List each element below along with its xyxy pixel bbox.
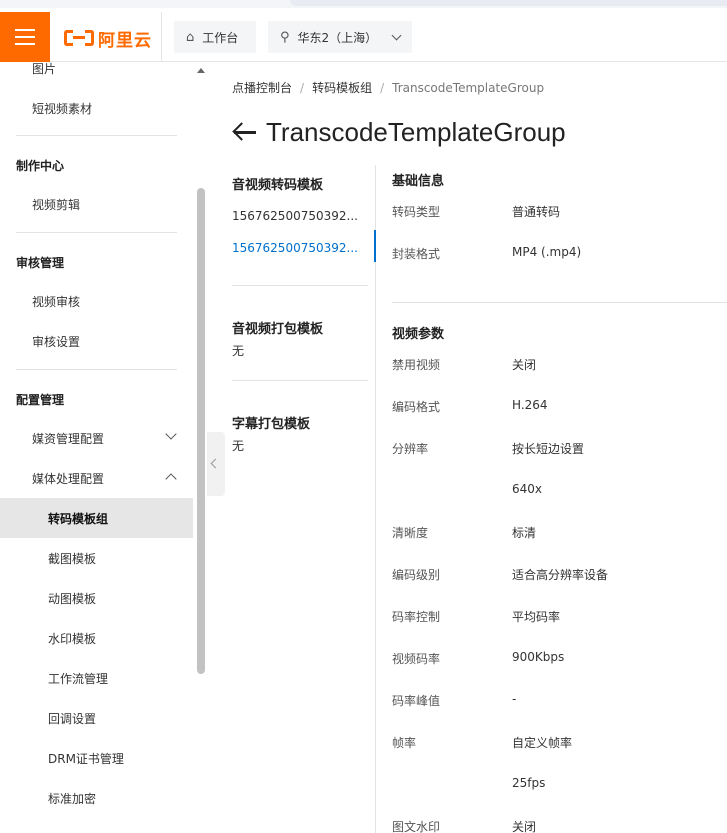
location-pin-icon: ⚲: [280, 29, 290, 45]
av-package-template-value: 无: [232, 344, 245, 358]
sidebar-section-production: 制作中心: [16, 159, 65, 173]
sidebar-item-callback-settings[interactable]: 回调设置: [0, 698, 193, 738]
sidebar-item-standard-encryption[interactable]: 标准加密: [0, 778, 193, 818]
page-title-text: TranscodeTemplateGroup: [266, 116, 566, 147]
hamburger-icon: [15, 29, 35, 45]
param-label: 码率峰值: [392, 694, 441, 708]
sidebar-item-animated-template[interactable]: 动图模板: [0, 578, 193, 618]
param-value: 关闭: [512, 820, 537, 833]
chevron-down-icon: [391, 30, 402, 40]
av-transcode-template-title: 音视频转码模板: [232, 178, 324, 193]
param-value: H.264: [512, 398, 548, 412]
av-package-template-title: 音视频打包模板: [232, 322, 324, 337]
breadcrumb-vod-console[interactable]: 点播控制台: [232, 79, 292, 96]
subtitle-package-template-value: 无: [232, 439, 245, 453]
param-label: 编码格式: [392, 400, 441, 414]
sidebar-item-review-settings[interactable]: 审核设置: [0, 321, 193, 361]
param-label: 清晰度: [392, 526, 429, 540]
hamburger-menu-button[interactable]: [0, 12, 50, 62]
basic-info-title: 基础信息: [392, 174, 445, 189]
breadcrumb-current: TranscodeTemplateGroup: [392, 80, 545, 95]
video-params-title: 视频参数: [392, 327, 445, 342]
workbench-label: 工作台: [202, 30, 239, 45]
param-label: 图文水印: [392, 820, 441, 833]
param-value: 平均码率: [512, 610, 561, 624]
sidebar-item-transcode-template-group[interactable]: 转码模板组: [0, 498, 193, 538]
param-label: 帧率: [392, 736, 417, 750]
info-value: 普通转码: [512, 205, 561, 219]
sidebar-item-images[interactable]: 图片: [0, 62, 193, 88]
region-label: 华东2（上海）: [297, 30, 378, 45]
info-label: 封装格式: [392, 247, 441, 261]
param-label: 禁用视频: [392, 358, 441, 372]
sidebar-item-media-asset-config[interactable]: 媒资管理配置: [0, 418, 193, 458]
home-icon: ⌂: [186, 29, 195, 45]
workbench-button[interactable]: ⌂ 工作台: [174, 21, 256, 53]
param-value: 900Kbps: [512, 650, 565, 664]
breadcrumb-transcode-group[interactable]: 转码模板组: [312, 79, 372, 96]
aliyun-logo-icon: [64, 28, 94, 48]
subtitle-package-template-title: 字幕打包模板: [232, 417, 311, 432]
param-value: -: [512, 692, 517, 706]
param-value: 自定义帧率: [512, 736, 573, 750]
sidebar-item-watermark-template[interactable]: 水印模板: [0, 618, 193, 658]
chevron-down-icon: [165, 428, 177, 440]
aliyun-logo[interactable]: 阿里云: [64, 24, 152, 52]
param-label: 码率控制: [392, 610, 441, 624]
scroll-up-arrow-icon[interactable]: [197, 68, 205, 73]
sidebar-item-workflow[interactable]: 工作流管理: [0, 658, 193, 698]
param-label: 视频码率: [392, 652, 441, 666]
chevron-up-icon: [165, 473, 177, 485]
chevron-left-icon: [210, 458, 221, 469]
breadcrumb: 点播控制台 / 转码模板组 / TranscodeTemplateGroup: [232, 79, 545, 96]
sidebar-scroll-thumb[interactable]: [197, 188, 205, 674]
sidebar-section-config: 配置管理: [16, 393, 65, 407]
page-title: TranscodeTemplateGroup: [232, 112, 566, 152]
sidebar-item-video-editing[interactable]: 视频剪辑: [0, 184, 193, 224]
sidebar-item-video-review[interactable]: 视频审核: [0, 281, 193, 321]
param-value: 标清: [512, 526, 537, 540]
region-selector[interactable]: ⚲ 华东2（上海）: [268, 21, 412, 53]
sidebar: 图片 短视频素材 制作中心 视频剪辑 审核管理 视频审核 审核设置 配置管理 媒…: [0, 62, 207, 833]
av-transcode-template-item[interactable]: 156762500750392...: [232, 209, 358, 223]
param-value: 适合高分辨率设备: [512, 568, 609, 582]
param-label: 编码级别: [392, 568, 441, 582]
info-value: MP4 (.mp4): [512, 245, 582, 259]
sidebar-item-snapshot-template[interactable]: 截图模板: [0, 538, 193, 578]
sidebar-item-media-processing-config[interactable]: 媒体处理配置: [0, 458, 193, 498]
logo-text: 阿里云: [98, 30, 152, 51]
param-value: 按长短边设置: [512, 442, 585, 456]
sidebar-collapse-button[interactable]: [207, 432, 225, 496]
param-value: 640x: [512, 482, 543, 496]
sidebar-item-short-video-material[interactable]: 短视频素材: [0, 88, 193, 128]
av-transcode-template-item-selected[interactable]: 156762500750392...: [232, 241, 358, 255]
browser-strip: [0, 0, 727, 8]
sidebar-item-drm-certificate[interactable]: DRM证书管理: [0, 738, 193, 778]
param-value: 关闭: [512, 358, 537, 372]
back-arrow-icon[interactable]: [232, 122, 258, 142]
sidebar-section-review: 审核管理: [16, 256, 65, 270]
param-label: 分辨率: [392, 442, 429, 456]
param-value: 25fps: [512, 776, 546, 790]
info-label: 转码类型: [392, 205, 441, 219]
selected-indicator: [374, 230, 376, 262]
